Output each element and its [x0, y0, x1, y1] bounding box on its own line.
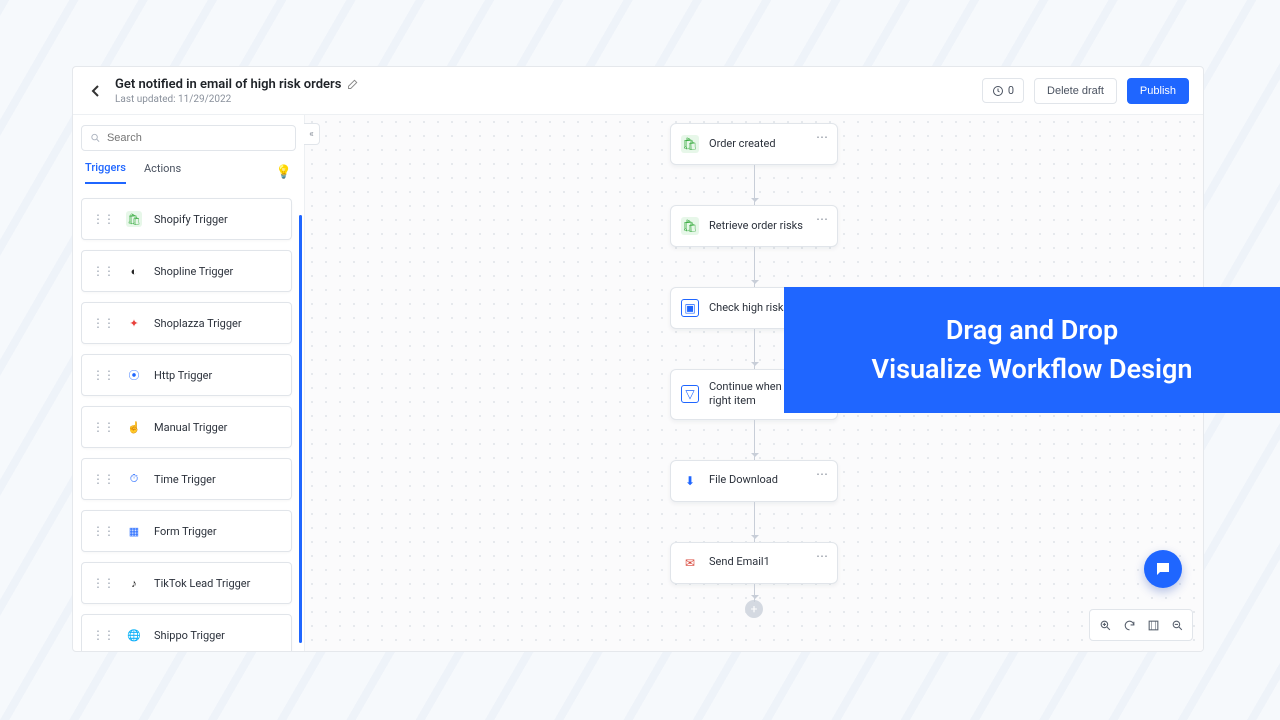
download-icon: ⬇	[681, 472, 699, 490]
zoom-in-icon	[1099, 619, 1112, 632]
drag-handle-icon[interactable]: ⋮⋮	[92, 472, 114, 486]
drag-handle-icon[interactable]: ⋮⋮	[92, 576, 114, 590]
node-label: Check high risk	[709, 301, 783, 315]
fit-button[interactable]	[1142, 614, 1164, 636]
time-icon: ⏱	[126, 471, 142, 487]
shopline-icon: ◐	[126, 263, 142, 279]
drag-handle-icon[interactable]: ⋮⋮	[92, 420, 114, 434]
header-bar: Get notified in email of high risk order…	[73, 67, 1203, 115]
node-send-email[interactable]: ✉ Send Email1 ⋯	[670, 542, 838, 584]
flow-edge	[754, 420, 755, 460]
canvas-tools	[1089, 609, 1193, 641]
flow-edge	[754, 502, 755, 542]
node-menu-button[interactable]: ⋯	[816, 130, 829, 144]
trigger-label: Form Trigger	[154, 525, 217, 538]
tiktok-icon: ♪	[126, 575, 142, 591]
funnel-icon: ▽	[681, 385, 699, 403]
manual-icon: ☝	[126, 419, 142, 435]
drag-handle-icon[interactable]: ⋮⋮	[92, 524, 114, 538]
trigger-item-form[interactable]: ⋮⋮ ▦ Form Trigger	[81, 510, 292, 552]
drag-handle-icon[interactable]: ⋮⋮	[92, 212, 114, 226]
flow-edge	[754, 247, 755, 287]
clock-icon	[992, 85, 1004, 97]
search-icon	[90, 132, 101, 144]
refresh-icon	[1123, 619, 1136, 632]
trigger-label: Shopline Trigger	[154, 265, 233, 278]
delete-draft-button[interactable]: Delete draft	[1034, 78, 1117, 104]
promo-line-1: Drag and Drop	[810, 311, 1254, 350]
drag-handle-icon[interactable]: ⋮⋮	[92, 264, 114, 278]
trigger-label: Http Trigger	[154, 369, 212, 382]
last-updated-label: Last updated: 11/29/2022	[115, 94, 982, 105]
drag-handle-icon[interactable]: ⋮⋮	[92, 316, 114, 330]
trigger-item-shopline[interactable]: ⋮⋮ ◐ Shopline Trigger	[81, 250, 292, 292]
shippo-icon: 🌐	[126, 627, 142, 643]
search-input-wrap[interactable]	[81, 125, 296, 151]
trigger-label: Time Trigger	[154, 473, 216, 486]
collapse-sidebar-button[interactable]: «	[304, 123, 320, 145]
chat-icon	[1154, 560, 1172, 578]
mail-icon: ✉	[681, 554, 699, 572]
form-icon: ▦	[126, 523, 142, 539]
drag-handle-icon[interactable]: ⋮⋮	[92, 628, 114, 642]
drag-handle-icon[interactable]: ⋮⋮	[92, 368, 114, 382]
trigger-item-http[interactable]: ⋮⋮ ⦿ Http Trigger	[81, 354, 292, 396]
history-count: 0	[1008, 84, 1014, 97]
title-area: Get notified in email of high risk order…	[115, 77, 982, 105]
trigger-label: Shippo Trigger	[154, 629, 225, 642]
trigger-item-shoplazza[interactable]: ⋮⋮ ✦ Shoplazza Trigger	[81, 302, 292, 344]
node-file-download[interactable]: ⬇ File Download ⋯	[670, 460, 838, 502]
node-menu-button[interactable]: ⋯	[816, 212, 829, 226]
http-icon: ⦿	[126, 367, 142, 383]
shopify-icon: 🛍	[126, 211, 142, 227]
chat-fab[interactable]	[1144, 550, 1182, 588]
shopify-icon: 🛍	[681, 135, 699, 153]
trigger-label: TikTok Lead Trigger	[154, 577, 250, 590]
back-button[interactable]	[87, 82, 105, 100]
flow-edge	[754, 329, 755, 369]
node-menu-button[interactable]: ⋯	[816, 467, 829, 481]
sidebar-tabs: Triggers Actions 💡	[81, 161, 296, 186]
trigger-item-manual[interactable]: ⋮⋮ ☝ Manual Trigger	[81, 406, 292, 448]
trigger-item-time[interactable]: ⋮⋮ ⏱ Time Trigger	[81, 458, 292, 500]
node-order-created[interactable]: 🛍 Order created ⋯	[670, 123, 838, 165]
zoom-in-button[interactable]	[1094, 614, 1116, 636]
node-label: Send Email1	[709, 555, 770, 569]
shopify-icon: 🛍	[681, 217, 699, 235]
shoplazza-icon: ✦	[126, 315, 142, 331]
zoom-out-button[interactable]	[1166, 614, 1188, 636]
history-pill[interactable]: 0	[982, 78, 1024, 103]
tab-actions[interactable]: Actions	[144, 162, 181, 183]
node-label: Order created	[709, 137, 776, 151]
node-label: File Download	[709, 473, 778, 487]
chevron-left-icon	[90, 85, 102, 97]
node-menu-button[interactable]: ⋯	[816, 549, 829, 563]
trigger-list: ⋮⋮ 🛍 Shopify Trigger ⋮⋮ ◐ Shopline Trigg…	[81, 194, 296, 651]
edit-icon[interactable]	[347, 78, 359, 90]
publish-button[interactable]: Publish	[1127, 78, 1189, 104]
tab-triggers[interactable]: Triggers	[85, 161, 126, 184]
node-label: Retrieve order risks	[709, 219, 803, 233]
trigger-label: Shopify Trigger	[154, 213, 228, 226]
trigger-item-shippo[interactable]: ⋮⋮ 🌐 Shippo Trigger	[81, 614, 292, 651]
trigger-label: Manual Trigger	[154, 421, 227, 434]
fit-icon	[1147, 619, 1160, 632]
check-square-icon: ▣	[681, 299, 699, 317]
sidebar: Triggers Actions 💡 ⋮⋮ 🛍 Shopify Trigger …	[73, 115, 305, 651]
lightbulb-icon[interactable]: 💡	[276, 165, 292, 180]
refresh-button[interactable]	[1118, 614, 1140, 636]
promo-overlay: Drag and Drop Visualize Workflow Design	[784, 287, 1280, 413]
trigger-item-shopify[interactable]: ⋮⋮ 🛍 Shopify Trigger	[81, 198, 292, 240]
zoom-out-icon	[1171, 619, 1184, 632]
node-retrieve-risks[interactable]: 🛍 Retrieve order risks ⋯	[670, 205, 838, 247]
search-input[interactable]	[107, 132, 287, 144]
promo-line-2: Visualize Workflow Design	[810, 350, 1254, 389]
flow-edge	[754, 584, 755, 602]
trigger-item-tiktok[interactable]: ⋮⋮ ♪ TikTok Lead Trigger	[81, 562, 292, 604]
scrollbar-indicator[interactable]	[299, 215, 302, 643]
page-title: Get notified in email of high risk order…	[115, 77, 341, 92]
trigger-label: Shoplazza Trigger	[154, 317, 242, 330]
flow-edge	[754, 165, 755, 205]
